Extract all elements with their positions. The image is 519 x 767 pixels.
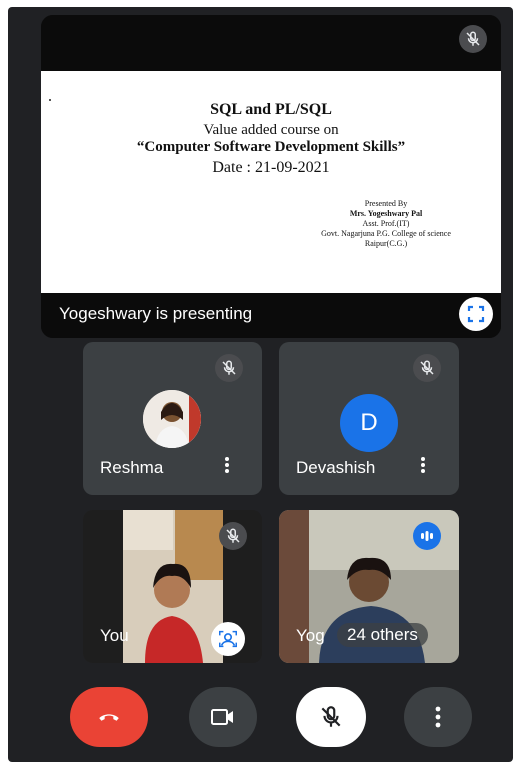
avatar: [143, 390, 201, 448]
participant-tile-self[interactable]: You: [83, 510, 262, 663]
leave-call-button[interactable]: [70, 687, 148, 747]
participant-more-button[interactable]: [225, 455, 231, 475]
fullscreen-icon: [467, 305, 485, 323]
presenter-name: Mrs. Yogeshwary Pal: [349, 209, 423, 218]
slide-title: SQL and PL/SQL: [210, 101, 332, 118]
participant-name: Devashish: [296, 458, 376, 477]
others-count-label: 24 others: [337, 623, 428, 647]
participant-mute-badge: [219, 522, 247, 550]
hang-up-icon: [99, 714, 119, 721]
slide-course-name: “Computer Software Development Skills”: [136, 139, 406, 155]
presented-by-label: Presented By: [364, 199, 408, 208]
participant-tile-devashish[interactable]: D Devashish: [279, 342, 459, 495]
speaking-indicator: [413, 522, 441, 550]
participant-mute-badge: [413, 354, 441, 382]
presenting-label: Yogeshwary is presenting: [59, 304, 253, 323]
presenter-college: Govt. Nagarjuna P.G. College of science: [321, 229, 451, 238]
mic-off-icon: [420, 360, 434, 375]
participant-tile-others[interactable]: Yog 24 others: [279, 510, 459, 663]
more-options-button[interactable]: [404, 687, 472, 747]
mic-off-icon: [466, 31, 480, 46]
shared-slide: SQL and PL/SQL Value added course on “Co…: [41, 71, 501, 293]
participant-more-button[interactable]: [421, 455, 427, 475]
mic-off-icon: [321, 706, 341, 727]
slide-subtitle: Value added course on: [203, 122, 339, 138]
fullscreen-button[interactable]: [459, 297, 493, 331]
visual-effects-button[interactable]: [211, 622, 245, 656]
microphone-button[interactable]: [296, 687, 366, 747]
camera-icon: [211, 709, 233, 725]
presentation-header: [41, 15, 501, 71]
mic-off-icon: [226, 528, 240, 543]
audio-level-icon: [421, 531, 433, 541]
presentation-tile[interactable]: SQL and PL/SQL Value added course on “Co…: [41, 15, 501, 338]
participant-mute-badge: [215, 354, 243, 382]
visual-effects-icon: [219, 630, 237, 648]
presentation-status-bar: Yogeshwary is presenting: [41, 293, 501, 338]
presentation-mute-badge: [459, 25, 487, 53]
camera-button[interactable]: [189, 687, 257, 747]
participant-tile-reshma[interactable]: Reshma: [83, 342, 262, 495]
participant-name: Yog: [296, 626, 325, 645]
participant-name: You: [100, 626, 129, 645]
meet-screen: SQL and PL/SQL Value added course on “Co…: [8, 7, 513, 762]
participant-name: Reshma: [100, 458, 164, 477]
slide-date: Date : 21-09-2021: [212, 159, 330, 176]
presenter-role: Asst. Prof.(IT): [362, 219, 410, 228]
slide-presenter-block: Presented By Mrs. Yogeshwary Pal Asst. P…: [271, 199, 501, 249]
avatar: D: [340, 394, 398, 452]
more-vert-icon: [435, 706, 441, 728]
presenter-city: Raipur(C.G.): [364, 239, 408, 248]
mic-off-icon: [222, 360, 236, 375]
